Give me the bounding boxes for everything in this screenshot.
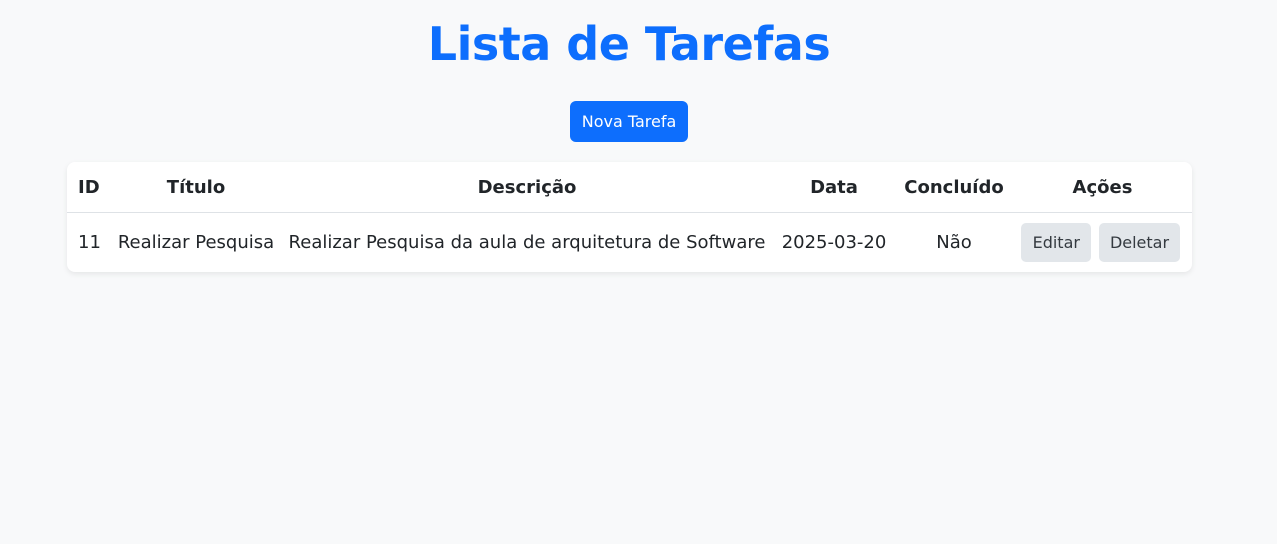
edit-button[interactable]: Editar [1021, 223, 1092, 262]
header-row: ID Título Descrição Data Concluído Ações [67, 162, 1192, 213]
cell-done: Não [936, 232, 972, 253]
table-body: 11 Realizar Pesquisa Realizar Pesquisa d… [67, 213, 1192, 273]
column-header-title: Título [111, 162, 281, 213]
cell-id: 11 [78, 232, 101, 253]
cell-description: Realizar Pesquisa da aula de arquitetura… [288, 232, 766, 253]
cell-actions: Editar Deletar [1013, 213, 1192, 273]
column-header-description: Descrição [281, 162, 773, 213]
page-title: Lista de Tarefas [427, 17, 831, 71]
page: Lista de Tarefas Nova Tarefa ID Título D… [0, 0, 1277, 544]
tasks-table: ID Título Descrição Data Concluído Ações… [67, 162, 1192, 272]
tasks-table-card: ID Título Descrição Data Concluído Ações… [67, 162, 1192, 272]
table-header: ID Título Descrição Data Concluído Ações [67, 162, 1192, 213]
column-header-date: Data [773, 162, 895, 213]
column-header-done: Concluído [895, 162, 1013, 213]
column-header-id: ID [67, 162, 111, 213]
cell-date: 2025-03-20 [781, 232, 887, 253]
cell-title: Realizar Pesquisa [117, 232, 275, 253]
column-header-actions: Ações [1013, 162, 1192, 213]
table-row: 11 Realizar Pesquisa Realizar Pesquisa d… [67, 213, 1192, 273]
delete-button[interactable]: Deletar [1099, 223, 1180, 262]
new-task-button[interactable]: Nova Tarefa [570, 101, 688, 142]
